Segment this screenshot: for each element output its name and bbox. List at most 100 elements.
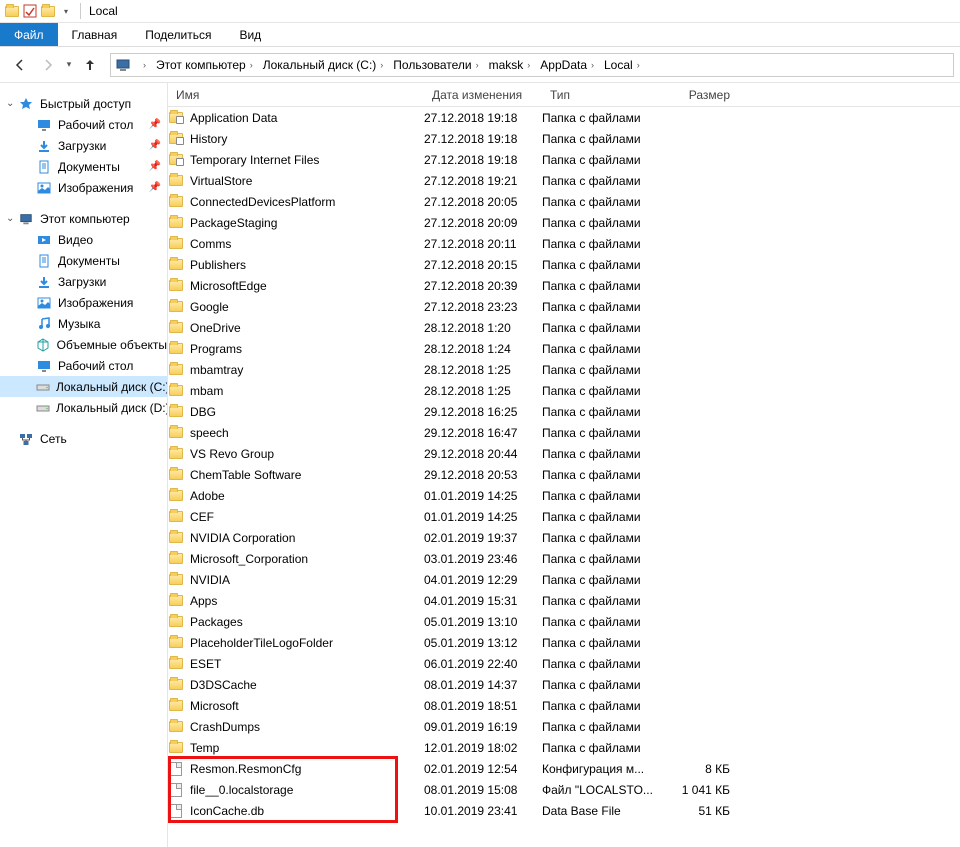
folder-icon	[168, 404, 184, 420]
quick-access-header[interactable]: ⌄ Быстрый доступ	[0, 93, 167, 114]
file-row[interactable]: ConnectedDevicesPlatform27.12.2018 20:05…	[168, 191, 960, 212]
nav-item[interactable]: Музыка	[0, 313, 167, 334]
file-row[interactable]: ChemTable Software29.12.2018 20:53Папка …	[168, 464, 960, 485]
file-row[interactable]: PlaceholderTileLogoFolder05.01.2019 13:1…	[168, 632, 960, 653]
file-row[interactable]: Comms27.12.2018 20:11Папка с файлами	[168, 233, 960, 254]
up-button[interactable]	[76, 51, 104, 79]
file-row[interactable]: Apps04.01.2019 15:31Папка с файлами	[168, 590, 960, 611]
network-header[interactable]: › Сеть	[0, 428, 167, 449]
file-row[interactable]: VS Revo Group29.12.2018 20:44Папка с фай…	[168, 443, 960, 464]
nav-item[interactable]: Локальный диск (D:)	[0, 397, 167, 418]
file-row[interactable]: Packages05.01.2019 13:10Папка с файлами	[168, 611, 960, 632]
pc-icon	[115, 57, 131, 73]
folder-app-icon	[4, 3, 20, 19]
file-icon	[168, 782, 184, 798]
pictures-icon	[36, 180, 52, 196]
qat-dropdown-icon[interactable]: ▾	[58, 3, 74, 19]
nav-item[interactable]: Изображения📌	[0, 177, 167, 198]
breadcrumb-segment[interactable]: maksk›	[483, 54, 535, 76]
nav-item[interactable]: Рабочий стол	[0, 355, 167, 376]
file-row[interactable]: Adobe01.01.2019 14:25Папка с файлами	[168, 485, 960, 506]
file-row[interactable]: DBG29.12.2018 16:25Папка с файлами	[168, 401, 960, 422]
this-pc-label: Этот компьютер	[40, 212, 130, 226]
chevron-down-icon: ⌄	[6, 213, 16, 224]
file-list: Имя Дата изменения Тип Размер Applicatio…	[168, 83, 960, 847]
column-name[interactable]: Имя	[168, 88, 424, 102]
file-row[interactable]: D3DSCache08.01.2019 14:37Папка с файлами	[168, 674, 960, 695]
file-row[interactable]: CEF01.01.2019 14:25Папка с файлами	[168, 506, 960, 527]
column-date[interactable]: Дата изменения	[424, 88, 542, 102]
folder-icon	[168, 656, 184, 672]
file-row[interactable]: Microsoft_Corporation03.01.2019 23:46Пап…	[168, 548, 960, 569]
forward-button[interactable]	[34, 51, 62, 79]
quick-access-icon	[18, 96, 34, 112]
breadcrumb-segment[interactable]: Этот компьютер›	[150, 54, 257, 76]
desktop-icon	[36, 117, 52, 133]
file-row[interactable]: ESET06.01.2019 22:40Папка с файлами	[168, 653, 960, 674]
file-row[interactable]: MicrosoftEdge27.12.2018 20:39Папка с фай…	[168, 275, 960, 296]
file-row[interactable]: NVIDIA Corporation02.01.2019 19:37Папка …	[168, 527, 960, 548]
file-row[interactable]: Application Data27.12.2018 19:18Папка с …	[168, 107, 960, 128]
file-row[interactable]: file__0.localstorage08.01.2019 15:08Файл…	[168, 779, 960, 800]
breadcrumb-segment[interactable]: Local›	[598, 54, 644, 76]
nav-item[interactable]: Рабочий стол📌	[0, 114, 167, 135]
file-row[interactable]: NVIDIA04.01.2019 12:29Папка с файлами	[168, 569, 960, 590]
file-row[interactable]: Temp12.01.2019 18:02Папка с файлами	[168, 737, 960, 758]
nav-item[interactable]: Документы📌	[0, 156, 167, 177]
file-row[interactable]: OneDrive28.12.2018 1:20Папка с файлами	[168, 317, 960, 338]
file-row[interactable]: Temporary Internet Files27.12.2018 19:18…	[168, 149, 960, 170]
address-bar[interactable]: › Этот компьютер›Локальный диск (C:)›Пол…	[110, 53, 954, 77]
folder-icon	[168, 320, 184, 336]
nav-item[interactable]: Изображения	[0, 292, 167, 313]
new-folder-qat-icon[interactable]	[40, 3, 56, 19]
column-size[interactable]: Размер	[662, 88, 742, 102]
file-row[interactable]: CrashDumps09.01.2019 16:19Папка с файлам…	[168, 716, 960, 737]
file-row[interactable]: Publishers27.12.2018 20:15Папка с файлам…	[168, 254, 960, 275]
file-row[interactable]: mbamtray28.12.2018 1:25Папка с файлами	[168, 359, 960, 380]
tab-главная[interactable]: Главная	[58, 23, 132, 46]
nav-item[interactable]: Локальный диск (C:)	[0, 376, 167, 397]
downloads-icon	[36, 274, 52, 290]
recent-dropdown[interactable]: ▾	[62, 51, 76, 79]
file-row[interactable]: IconCache.db10.01.2019 23:41Data Base Fi…	[168, 800, 960, 821]
back-button[interactable]	[6, 51, 34, 79]
column-type[interactable]: Тип	[542, 88, 662, 102]
breadcrumb-segment[interactable]: Пользователи›	[387, 54, 482, 76]
file-row[interactable]: PackageStaging27.12.2018 20:09Папка с фа…	[168, 212, 960, 233]
file-row[interactable]: Google27.12.2018 23:23Папка с файлами	[168, 296, 960, 317]
folder-icon	[168, 383, 184, 399]
column-headers[interactable]: Имя Дата изменения Тип Размер	[168, 83, 960, 107]
network-icon	[18, 431, 34, 447]
nav-item[interactable]: Документы	[0, 250, 167, 271]
file-row[interactable]: VirtualStore27.12.2018 19:21Папка с файл…	[168, 170, 960, 191]
file-row[interactable]: Resmon.ResmonCfg02.01.2019 12:54Конфигур…	[168, 758, 960, 779]
tab-вид[interactable]: Вид	[225, 23, 275, 46]
separator	[80, 3, 81, 19]
breadcrumb-chevron[interactable]: ›	[133, 54, 150, 76]
nav-item[interactable]: Видео	[0, 229, 167, 250]
file-icon	[168, 803, 184, 819]
ribbon-tabs: ФайлГлавнаяПоделитьсяВид	[0, 23, 960, 47]
file-row[interactable]: mbam28.12.2018 1:25Папка с файлами	[168, 380, 960, 401]
file-row[interactable]: History27.12.2018 19:18Папка с файлами	[168, 128, 960, 149]
desktop-icon	[36, 358, 52, 374]
file-row[interactable]: speech29.12.2018 16:47Папка с файлами	[168, 422, 960, 443]
breadcrumb-segment[interactable]: Локальный диск (C:)›	[257, 54, 388, 76]
this-pc-header[interactable]: ⌄ Этот компьютер	[0, 208, 167, 229]
nav-item[interactable]: Загрузки	[0, 271, 167, 292]
chevron-down-icon: ⌄	[6, 98, 16, 109]
breadcrumb-segment[interactable]: AppData›	[534, 54, 598, 76]
folder-icon	[168, 530, 184, 546]
properties-qat-icon[interactable]	[22, 3, 38, 19]
folder-icon	[168, 572, 184, 588]
nav-item[interactable]: Объемные объекты	[0, 334, 167, 355]
folder-icon	[168, 677, 184, 693]
title-bar: ▾ Local	[0, 0, 960, 23]
tab-поделиться[interactable]: Поделиться	[131, 23, 225, 46]
nav-item[interactable]: Загрузки📌	[0, 135, 167, 156]
tab-файл[interactable]: Файл	[0, 23, 58, 46]
file-row[interactable]: Programs28.12.2018 1:24Папка с файлами	[168, 338, 960, 359]
navigation-row: ▾ › Этот компьютер›Локальный диск (C:)›П…	[0, 47, 960, 83]
file-row[interactable]: Microsoft08.01.2019 18:51Папка с файлами	[168, 695, 960, 716]
folder-link-icon	[168, 110, 184, 126]
